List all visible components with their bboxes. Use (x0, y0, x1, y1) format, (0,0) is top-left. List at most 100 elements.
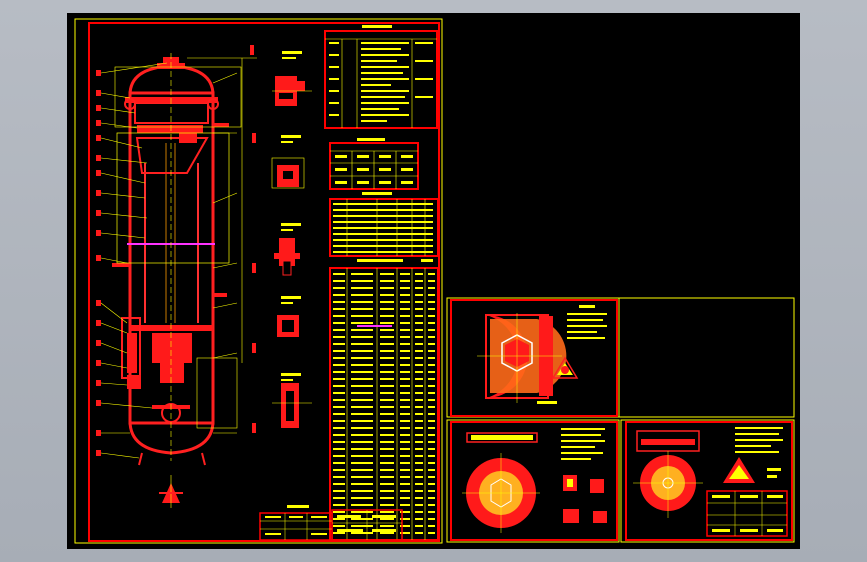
parts-row-stroke (333, 392, 345, 394)
parts-row-stroke (428, 434, 435, 436)
parts-row-stroke (415, 392, 423, 394)
parts-row-stroke (351, 399, 373, 401)
parts-row-stroke (415, 497, 423, 499)
parts-row-stroke (351, 497, 373, 499)
parts-row-stroke (415, 511, 423, 513)
parts-row-stroke (333, 525, 345, 527)
parts-row-stroke (333, 504, 345, 506)
parts-row-stroke (333, 385, 345, 387)
cad-viewport[interactable] (67, 13, 800, 549)
parts-row-stroke (415, 357, 423, 359)
parts-row-stroke (415, 378, 423, 380)
parts-row-stroke (428, 385, 435, 387)
parts-row-stroke (333, 469, 345, 471)
parts-row-stroke (351, 287, 373, 289)
parts-row-stroke (400, 434, 410, 436)
parts-row-stroke (400, 350, 410, 352)
parts-row-stroke (333, 399, 345, 401)
parts-row-stroke (400, 385, 410, 387)
parts-row-stroke (415, 399, 423, 401)
main-sheet (74, 18, 443, 544)
parts-row-stroke (400, 399, 410, 401)
parts-row-stroke (380, 308, 394, 310)
parts-row-stroke (351, 525, 373, 527)
parts-row-stroke (333, 476, 345, 478)
detail-sheet-3 (620, 419, 795, 543)
parts-row-stroke (333, 518, 345, 520)
parts-row-stroke (400, 287, 410, 289)
parts-row-stroke (400, 406, 410, 408)
parts-row-stroke (415, 420, 423, 422)
parts-row-stroke (400, 343, 410, 345)
parts-row-stroke (400, 336, 410, 338)
parts-row-stroke (428, 329, 435, 331)
parts-row-stroke (351, 280, 373, 282)
parts-row-stroke (333, 511, 345, 513)
parts-row-stroke (380, 427, 394, 429)
parts-row-stroke (351, 392, 373, 394)
parts-row-stroke (380, 518, 394, 520)
parts-row-stroke (351, 385, 373, 387)
parts-row-stroke (400, 273, 410, 275)
parts-row-stroke (351, 273, 373, 275)
parts-row-stroke (351, 371, 373, 373)
parts-row-stroke (400, 413, 410, 415)
leader-lines (100, 57, 257, 459)
parts-row-stroke (380, 329, 394, 331)
parts-row-stroke (415, 483, 423, 485)
parts-row-stroke (428, 441, 435, 443)
parts-row-stroke (428, 476, 435, 478)
parts-row-stroke (428, 525, 435, 527)
parts-list (329, 259, 439, 541)
parts-row-stroke (380, 490, 394, 492)
parts-row-stroke (400, 490, 410, 492)
parts-row-stroke (380, 525, 394, 527)
parts-row-stroke (351, 490, 373, 492)
parts-row-stroke (333, 350, 345, 352)
parts-row-stroke (415, 273, 423, 275)
bottom-detail (159, 475, 183, 508)
parts-row-stroke (428, 392, 435, 394)
parts-row-stroke (415, 385, 423, 387)
parts-row-stroke (351, 518, 373, 520)
parts-row-stroke (380, 378, 394, 380)
parts-row-stroke (351, 532, 373, 534)
parts-row-stroke (415, 427, 423, 429)
parts-row-stroke (351, 511, 373, 513)
parts-row-stroke (380, 399, 394, 401)
parts-row-stroke (333, 336, 345, 338)
balloon-ticks (96, 45, 256, 456)
parts-row-stroke (428, 287, 435, 289)
parts-row-stroke (333, 455, 345, 457)
parts-row-stroke (380, 322, 394, 324)
parts-row-stroke (428, 308, 435, 310)
parts-row-stroke (351, 294, 373, 296)
parts-row-stroke (415, 350, 423, 352)
parts-row-stroke (415, 364, 423, 366)
parts-row-stroke (333, 280, 345, 282)
parts-row-stroke (428, 371, 435, 373)
parts-row-stroke (351, 469, 373, 471)
parts-row-stroke (428, 427, 435, 429)
parts-row-stroke (428, 469, 435, 471)
parts-table-upper (329, 192, 439, 257)
parts-row-stroke (351, 441, 373, 443)
parts-row-stroke (333, 371, 345, 373)
parts-row-stroke (351, 315, 373, 317)
parts-row-stroke (333, 420, 345, 422)
parts-row-stroke (415, 294, 423, 296)
parts-row-stroke (333, 308, 345, 310)
parts-row-stroke (351, 378, 373, 380)
parts-row-stroke (400, 308, 410, 310)
parts-row-stroke (380, 462, 394, 464)
parts-row-stroke (380, 483, 394, 485)
parts-row-stroke (428, 413, 435, 415)
parts-row-stroke (380, 273, 394, 275)
parts-row-stroke (351, 343, 373, 345)
parts-row-stroke (415, 280, 423, 282)
parts-row-stroke (428, 462, 435, 464)
parts-row-stroke (351, 448, 373, 450)
parts-row-stroke (428, 497, 435, 499)
parts-row-stroke (351, 476, 373, 478)
parts-row-stroke (400, 476, 410, 478)
